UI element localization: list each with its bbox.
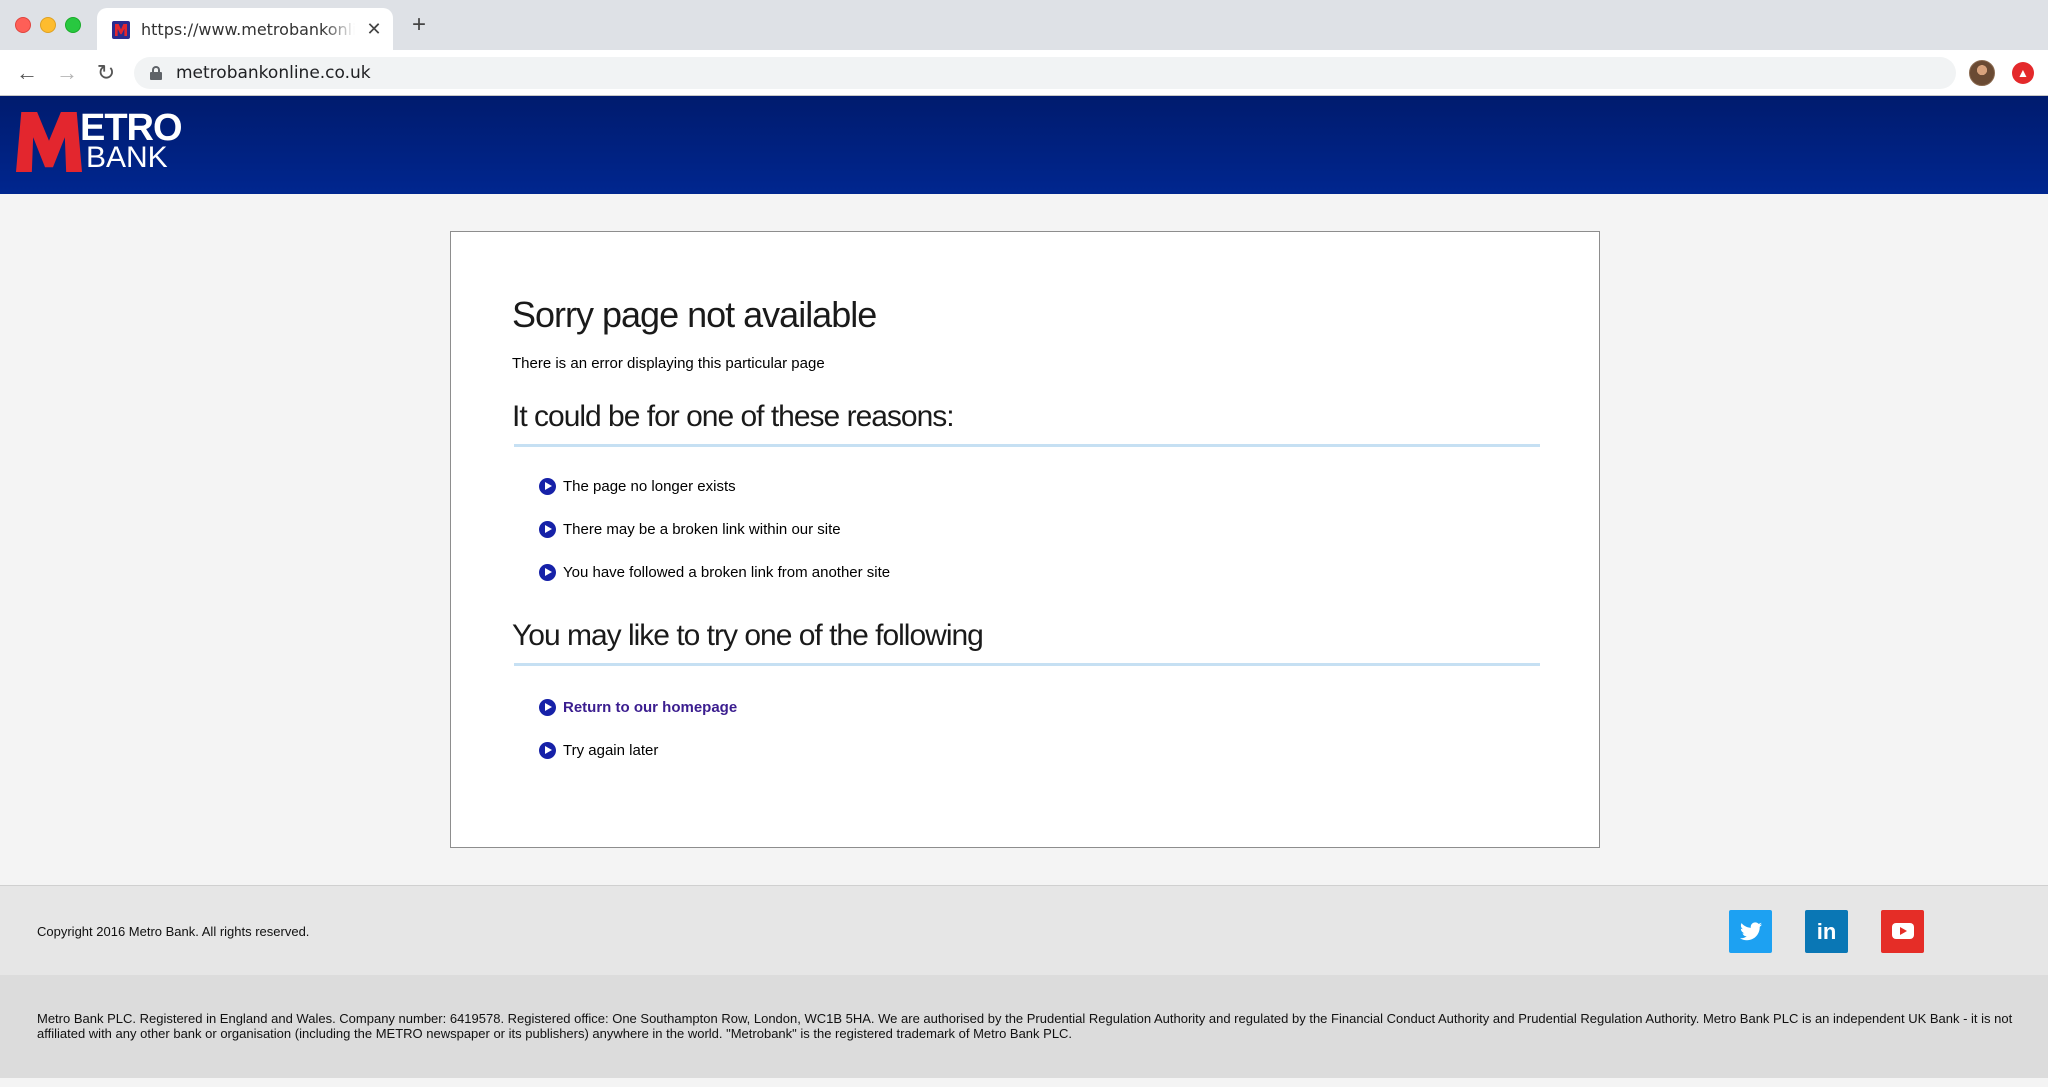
reasons-heading: It could be for one of these reasons: xyxy=(512,400,955,433)
logo-m-mark xyxy=(16,112,82,172)
site-header: ETRO BANK xyxy=(0,96,2048,194)
play-bullet-icon xyxy=(539,564,556,581)
url-text[interactable]: metrobankonline.co.uk xyxy=(176,63,371,83)
back-arrow-icon[interactable]: ← xyxy=(13,59,41,87)
list-item: Try again later xyxy=(539,741,737,784)
reasons-divider xyxy=(514,444,1540,447)
youtube-button[interactable] xyxy=(1881,910,1924,953)
forward-arrow-icon[interactable]: → xyxy=(53,59,81,87)
twitter-icon xyxy=(1740,922,1762,941)
lock-icon[interactable] xyxy=(150,66,162,80)
list-item: You have followed a broken link from ano… xyxy=(539,563,890,606)
new-tab-button[interactable]: + xyxy=(406,12,432,38)
twitter-button[interactable] xyxy=(1729,910,1772,953)
list-item: The page no longer exists xyxy=(539,477,890,520)
reason-text: The page no longer exists xyxy=(563,478,736,495)
close-window-button[interactable] xyxy=(15,17,31,33)
error-card: Sorry page not available There is an err… xyxy=(450,231,1600,848)
profile-avatar[interactable] xyxy=(1969,60,1995,86)
play-bullet-icon xyxy=(539,699,556,716)
legal-text: Metro Bank PLC. Registered in England an… xyxy=(37,1011,2013,1041)
suggestions-divider xyxy=(514,663,1540,666)
error-subtitle: There is an error displaying this partic… xyxy=(512,355,825,372)
reason-text: There may be a broken link within our si… xyxy=(563,521,841,538)
play-bullet-icon xyxy=(539,742,556,759)
reload-icon[interactable]: ↻ xyxy=(92,59,120,87)
reason-text: You have followed a broken link from ano… xyxy=(563,564,891,581)
browser-chrome: https://www.metrobankonline.co.uk ✕ + ← … xyxy=(0,0,2048,96)
return-homepage-link[interactable]: Return to our homepage xyxy=(563,699,737,716)
page-title: Sorry page not available xyxy=(512,294,877,335)
browser-tab[interactable]: https://www.metrobankonline.co.uk ✕ xyxy=(97,8,393,50)
youtube-icon xyxy=(1892,923,1914,939)
footer-top: Copyright 2016 Metro Bank. All rights re… xyxy=(0,885,2048,975)
copyright-text: Copyright 2016 Metro Bank. All rights re… xyxy=(37,924,310,939)
suggestions-heading: You may like to try one of the following xyxy=(512,619,984,652)
play-bullet-icon xyxy=(539,521,556,538)
list-item: There may be a broken link within our si… xyxy=(539,520,890,563)
suggestions-list: Return to our homepage Try again later xyxy=(539,698,737,784)
reasons-list: The page no longer exists There may be a… xyxy=(539,477,890,606)
page-bottom-strip xyxy=(0,1078,2048,1087)
linkedin-icon: in xyxy=(1816,919,1837,944)
address-bar[interactable]: metrobankonline.co.uk ☆ xyxy=(134,57,1956,89)
minimize-window-button[interactable] xyxy=(40,17,56,33)
tab-title: https://www.metrobankonline.co.uk xyxy=(141,20,355,39)
footer-legal: Metro Bank PLC. Registered in England an… xyxy=(0,975,2048,1078)
list-item: Return to our homepage xyxy=(539,698,737,741)
try-again-text: Try again later xyxy=(563,742,659,759)
metro-bank-favicon-icon xyxy=(112,21,130,39)
metro-bank-logo[interactable]: ETRO BANK xyxy=(16,108,183,178)
tab-strip: https://www.metrobankonline.co.uk ✕ + xyxy=(0,0,2048,50)
extension-icon[interactable]: ▲ xyxy=(2012,62,2034,84)
play-bullet-icon xyxy=(539,478,556,495)
browser-toolbar: ← → ↻ metrobankonline.co.uk ☆ ▲ xyxy=(0,50,2048,96)
logo-bank-text: BANK xyxy=(86,141,168,174)
linkedin-button[interactable]: in xyxy=(1805,910,1848,953)
maximize-window-button[interactable] xyxy=(65,17,81,33)
tab-close-icon[interactable]: ✕ xyxy=(363,18,385,40)
